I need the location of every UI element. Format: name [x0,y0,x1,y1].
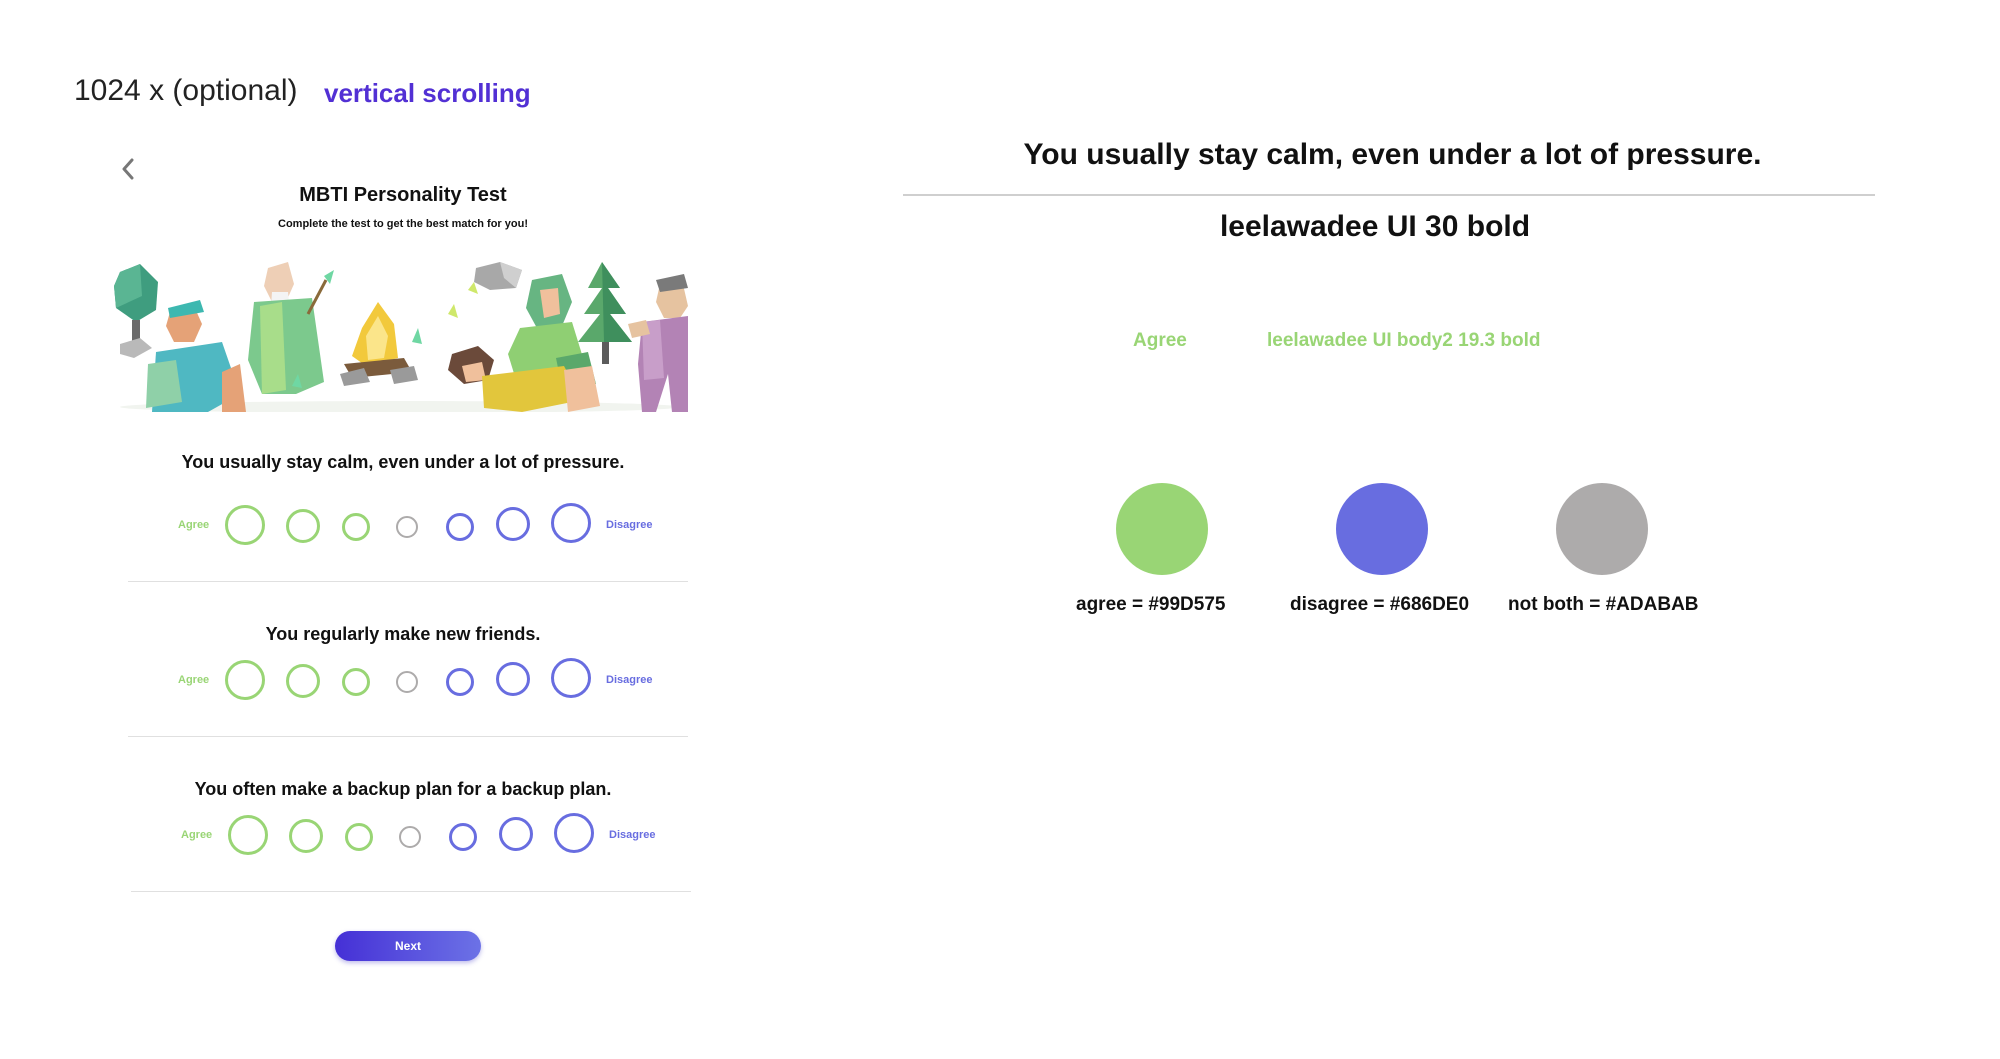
back-arrow-icon[interactable] [118,154,138,184]
disagree-color-swatch [1336,483,1428,575]
answer-slight-disagree[interactable] [446,668,474,696]
answer-neutral[interactable] [396,671,418,693]
scroll-spec-label: vertical scrolling [324,78,531,108]
agree-label: Agree [178,519,210,531]
answer-agree[interactable] [286,509,320,543]
answer-strong-disagree[interactable] [551,658,591,698]
spec-sample-question: You usually stay calm, even under a lot … [1023,138,1762,171]
disagree-label: Disagree [606,674,653,686]
test-title: MBTI Personality Test [299,184,507,206]
answer-agree[interactable] [286,664,320,698]
answer-strong-agree[interactable] [228,815,268,855]
answer-scale-2: Agree Disagree [0,656,806,706]
answer-scale-1: Agree Disagree [0,501,806,551]
spec-font-label: leelawadee UI 30 bold [1219,210,1531,243]
disagree-label: Disagree [609,829,656,841]
neutral-color-swatch [1556,483,1648,575]
agree-label: Agree [181,829,213,841]
answer-scale-3: Agree Disagree [0,811,806,861]
disagree-color-label: disagree = #686DE0 [1290,594,1470,615]
answer-strong-disagree[interactable] [554,813,594,853]
agree-color-swatch [1116,483,1208,575]
agree-color-label: agree = #99D575 [1076,594,1226,615]
spec-agree-sample: Agree [1133,330,1187,351]
spec-body-font-label: leelawadee UI body2 19.3 bold [1267,330,1541,351]
size-spec-label: 1024 x (optional) [74,74,298,107]
answer-strong-agree[interactable] [225,505,265,545]
next-button[interactable]: Next [335,931,481,961]
spec-divider [903,194,1875,196]
answer-slight-disagree[interactable] [446,513,474,541]
answer-strong-disagree[interactable] [551,503,591,543]
neutral-color-label: not both = #ADABAB [1508,594,1699,615]
question-2: You regularly make new friends. [265,624,541,644]
answer-disagree[interactable] [496,662,530,696]
answer-neutral[interactable] [399,826,421,848]
disagree-label: Disagree [606,519,653,531]
answer-disagree[interactable] [496,507,530,541]
characters-illustration [114,262,688,412]
test-subtitle: Complete the test to get the best match … [278,218,528,230]
answer-strong-agree[interactable] [225,660,265,700]
answer-slight-disagree[interactable] [449,823,477,851]
answer-slight-agree[interactable] [342,513,370,541]
answer-neutral[interactable] [396,516,418,538]
question-1: You usually stay calm, even under a lot … [181,452,625,472]
question-3: You often make a backup plan for a backu… [194,779,612,799]
answer-disagree[interactable] [499,817,533,851]
answer-slight-agree[interactable] [342,668,370,696]
answer-agree[interactable] [289,819,323,853]
question-divider [128,736,688,737]
question-divider [131,891,691,892]
question-divider [128,581,688,582]
agree-label: Agree [178,674,210,686]
answer-slight-agree[interactable] [345,823,373,851]
